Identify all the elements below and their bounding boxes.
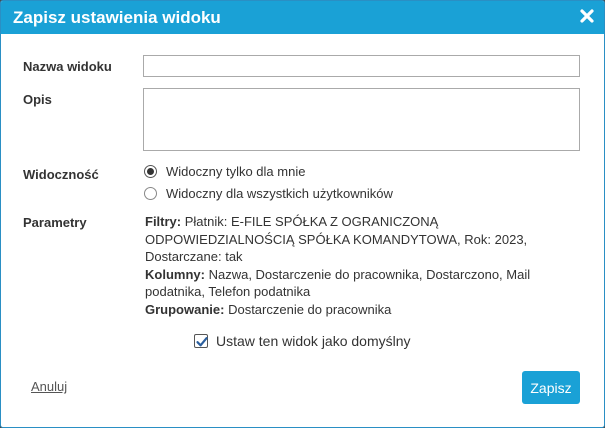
columns-key: Kolumny: [145,266,205,282]
filters-line: Filtry: Płatnik: E-FILE SPÓŁKA Z OGRANIC… [145,213,555,266]
description-label: Opis [23,92,52,107]
grouping-line: Grupowanie: Dostarczenie do pracownika [145,301,555,319]
visibility-label: Widoczność [23,167,99,182]
close-icon[interactable] [578,7,596,25]
save-view-dialog: Zapisz ustawienia widoku Nazwa widoku Op… [0,0,605,428]
default-view-label: Ustaw ten widok jako domyślny [216,333,411,349]
dialog-title: Zapisz ustawienia widoku [13,8,221,27]
radio-public-label: Widoczny dla wszystkich użytkowników [166,185,393,201]
parameters-summary: Filtry: Płatnik: E-FILE SPÓŁKA Z OGRANIC… [145,213,555,318]
dialog-titlebar: Zapisz ustawienia widoku [1,1,604,34]
checkmark-icon [196,337,208,347]
radio-private-label: Widoczny tylko dla mnie [166,163,306,179]
visibility-option-private[interactable]: Widoczny tylko dla mnie [144,162,305,180]
radio-public[interactable] [144,186,157,200]
columns-line: Kolumny: Nazwa, Dostarczenie do pracowni… [145,266,555,301]
description-textarea[interactable] [143,88,580,151]
filters-value: Płatnik: E-FILE SPÓŁKA Z OGRANICZONĄ ODP… [145,214,528,264]
default-view-checkbox[interactable] [194,334,208,348]
radio-private[interactable] [144,164,157,178]
grouping-value: Dostarczenie do pracownika [228,301,392,317]
parameters-label: Parametry [23,215,87,230]
cancel-link[interactable]: Anuluj [31,379,67,394]
visibility-option-public[interactable]: Widoczny dla wszystkich użytkowników [144,184,393,202]
name-label: Nazwa widoku [23,59,112,74]
default-view-option[interactable]: Ustaw ten widok jako domyślny [194,333,411,349]
view-name-input[interactable] [143,55,580,77]
save-button[interactable]: Zapisz [522,371,580,404]
grouping-key: Grupowanie: [145,301,225,317]
filters-key: Filtry: [145,214,182,229]
